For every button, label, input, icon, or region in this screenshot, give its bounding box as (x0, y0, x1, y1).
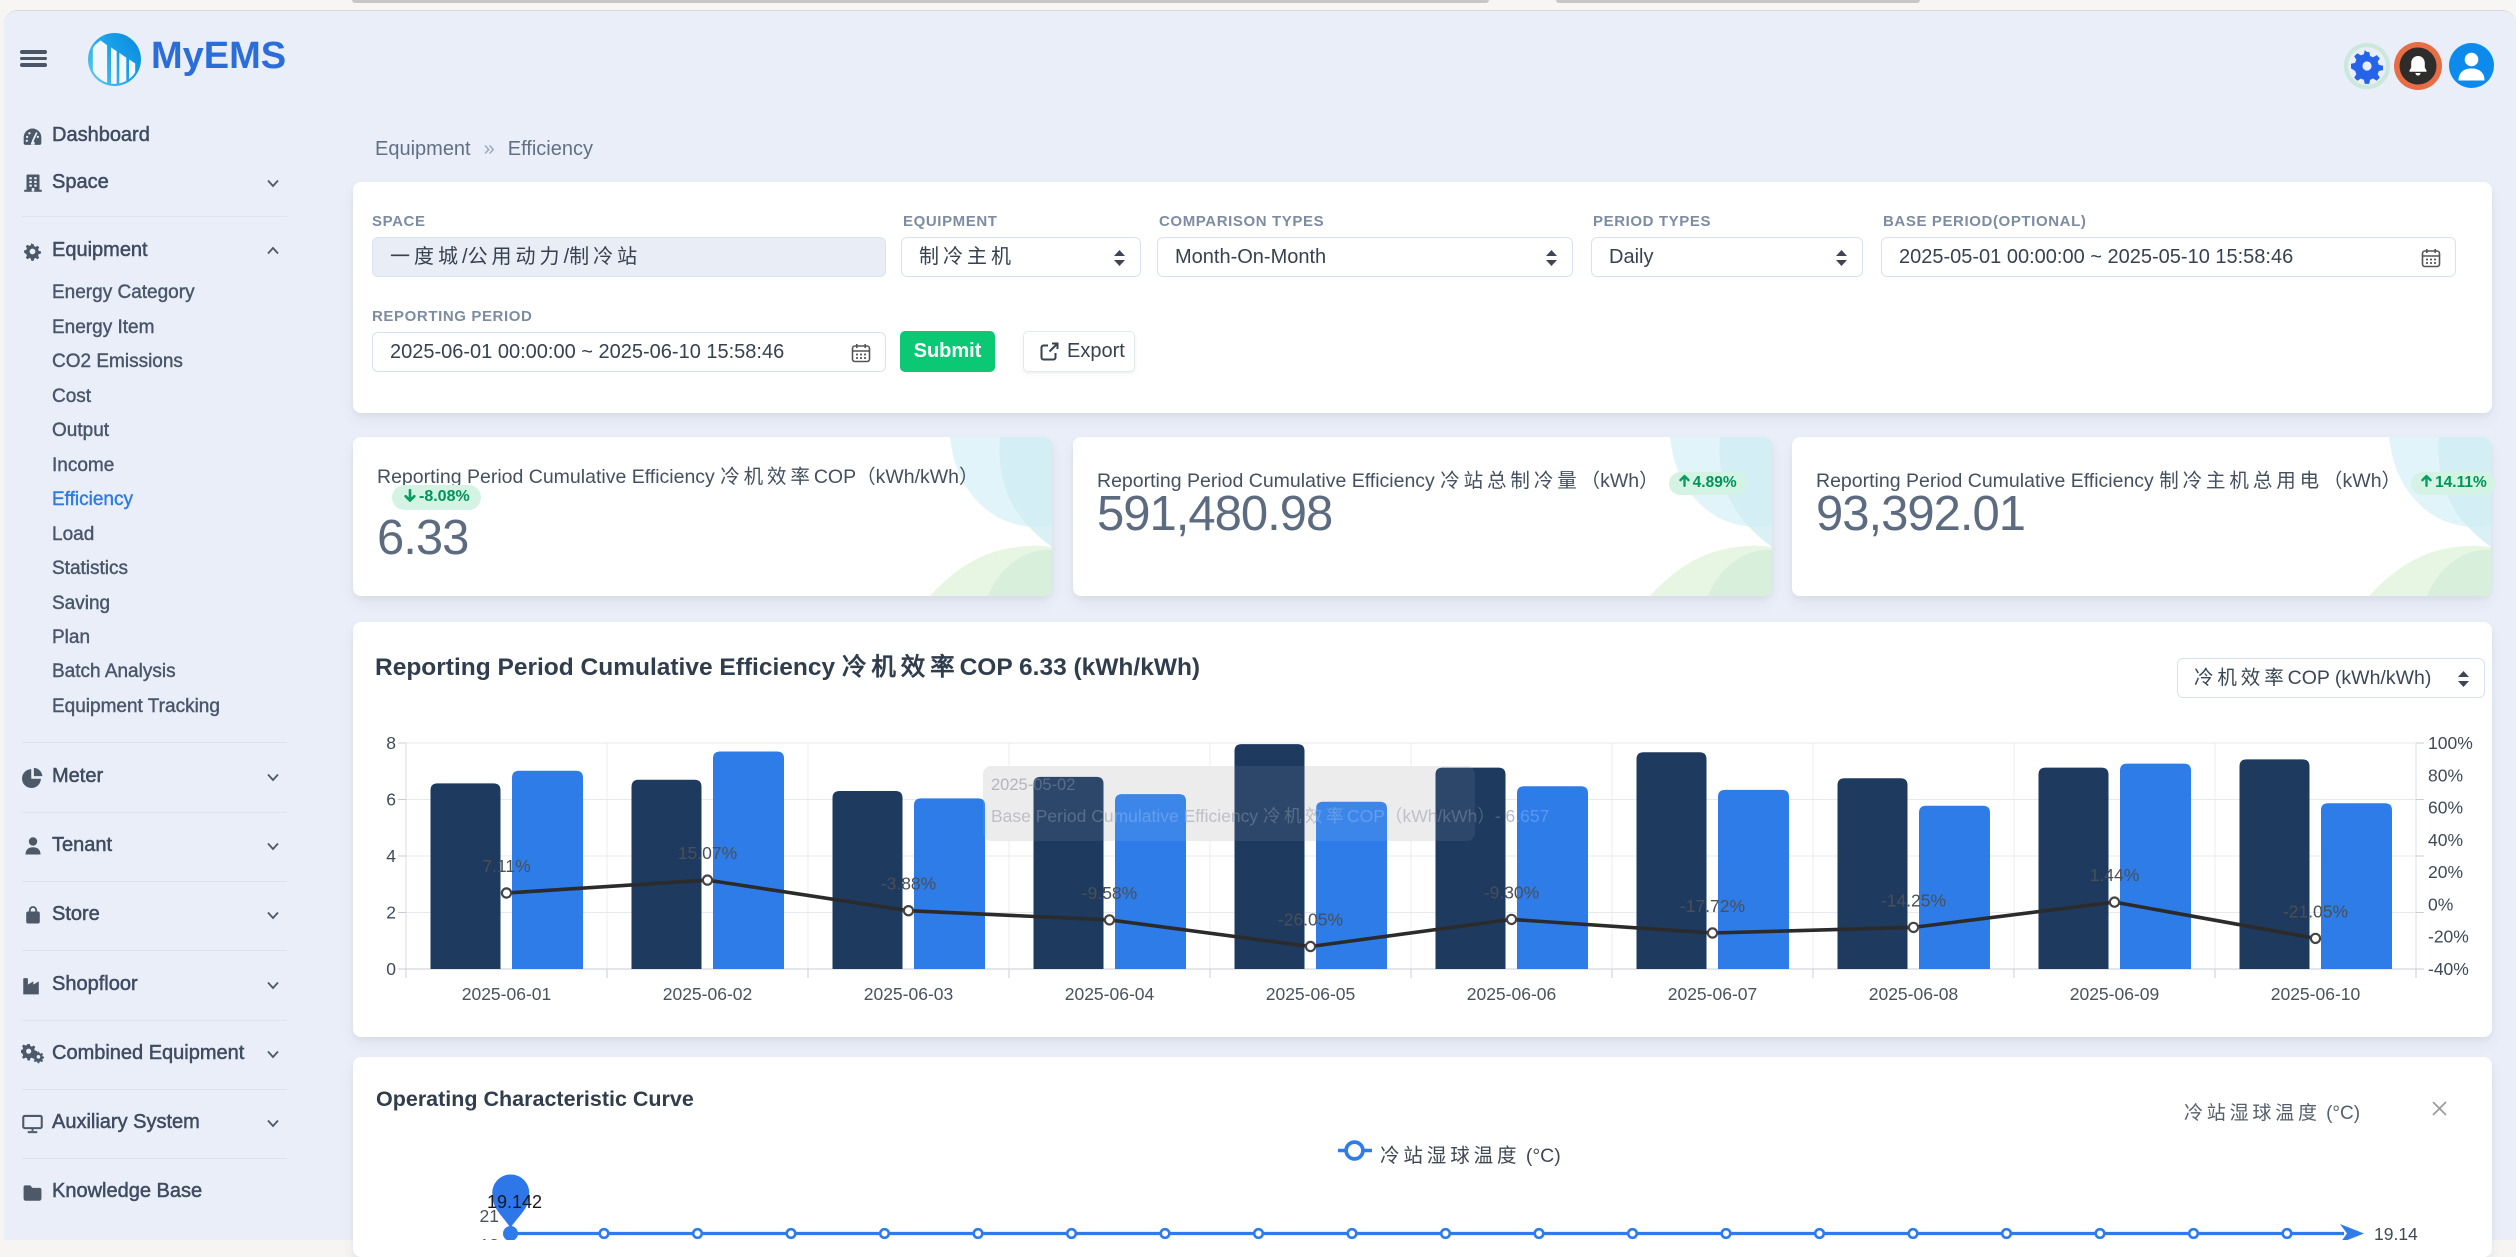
svg-text:8: 8 (386, 733, 396, 753)
svg-text:-9.58%: -9.58% (1082, 883, 1137, 903)
svg-text:18: 18 (480, 1235, 499, 1240)
svg-text:-3.88%: -3.88% (881, 874, 936, 894)
svg-text:19.14: 19.14 (2374, 1224, 2418, 1240)
svg-text:2: 2 (386, 903, 396, 923)
svg-text:2025-06-03: 2025-06-03 (864, 984, 954, 1004)
svg-text:-26.05%: -26.05% (1278, 910, 1343, 930)
svg-text:20%: 20% (2428, 862, 2463, 882)
svg-text:-40%: -40% (2428, 959, 2469, 979)
svg-text:2025-06-06: 2025-06-06 (1467, 984, 1557, 1004)
svg-text:19.142: 19.142 (487, 1192, 542, 1212)
svg-text:60%: 60% (2428, 798, 2463, 818)
svg-text:2025-06-01: 2025-06-01 (462, 984, 552, 1004)
svg-text:1.44%: 1.44% (2090, 865, 2140, 885)
svg-text:2025-06-07: 2025-06-07 (1668, 984, 1758, 1004)
svg-text:2025-06-05: 2025-06-05 (1266, 984, 1356, 1004)
svg-text:40%: 40% (2428, 830, 2463, 850)
svg-text:-21.05%: -21.05% (2283, 901, 2348, 921)
svg-text:0: 0 (386, 959, 396, 979)
svg-text:0%: 0% (2428, 894, 2453, 914)
svg-text:2025-06-04: 2025-06-04 (1065, 984, 1155, 1004)
svg-text:7.11%: 7.11% (482, 856, 530, 876)
svg-text:4: 4 (386, 846, 396, 866)
svg-text:6: 6 (386, 790, 396, 810)
svg-text:Base Period Cumulative Efficie: Base Period Cumulative Efficiency 冷机效率CO… (991, 806, 1549, 826)
svg-text:-14.25%: -14.25% (1881, 890, 1946, 910)
svg-text:2025-06-09: 2025-06-09 (2070, 984, 2160, 1004)
svg-text:-17.72%: -17.72% (1680, 896, 1745, 916)
svg-text:-20%: -20% (2428, 927, 2469, 947)
svg-text:15.07%: 15.07% (678, 843, 737, 863)
svg-text:2025-05-02: 2025-05-02 (991, 776, 1075, 794)
svg-text:2025-06-08: 2025-06-08 (1869, 984, 1959, 1004)
svg-text:80%: 80% (2428, 765, 2463, 785)
svg-text:-9.30%: -9.30% (1484, 882, 1539, 902)
svg-text:100%: 100% (2428, 733, 2473, 753)
svg-text:2025-06-02: 2025-06-02 (663, 984, 753, 1004)
svg-text:2025-06-10: 2025-06-10 (2271, 984, 2361, 1004)
